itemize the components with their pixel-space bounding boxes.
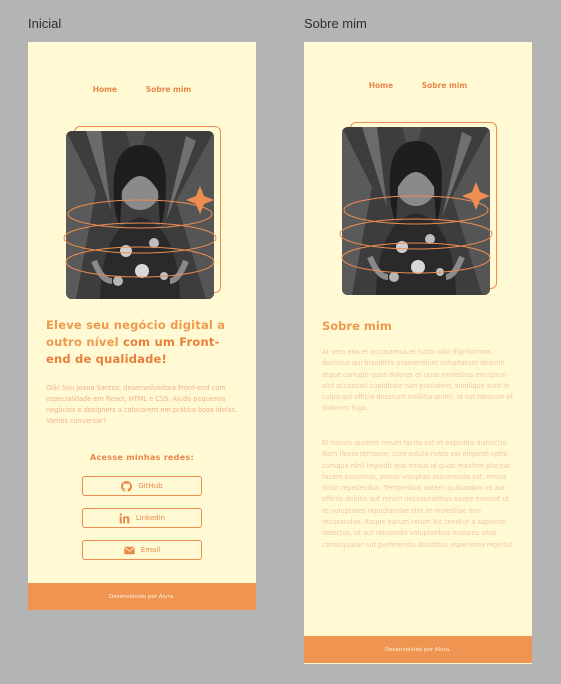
nav-bar: Home Sobre mim [28, 85, 256, 94]
footer: Desenvolvido por Alura. [304, 636, 532, 663]
about-paragraph-2: Et harum quidem rerum facilis est et exp… [322, 439, 515, 549]
nav-home-link[interactable]: Home [93, 85, 117, 94]
github-button[interactable]: GitHub [82, 476, 202, 496]
email-icon [124, 546, 135, 554]
linkedin-icon [119, 512, 130, 523]
footer-text: Desenvolvido por Alura. [109, 593, 175, 600]
profile-photo [342, 127, 490, 295]
email-button[interactable]: Email [82, 540, 202, 560]
frame-title-inicial: Inicial [28, 16, 62, 31]
frame-sobre-mim: Home Sobre mim Sobre mim At vero eos et … [304, 42, 532, 664]
footer-text: Desenvolvido por Alura. [385, 646, 451, 653]
nav-about-link[interactable]: Sobre mim [422, 81, 468, 90]
about-title: Sobre mim [322, 319, 392, 333]
about-paragraph-1: At vero eos et accusamus et iusto odio d… [322, 348, 514, 413]
frame-title-sobre-mim: Sobre mim [304, 16, 367, 31]
footer: Desenvolvido por Alura. [28, 583, 256, 610]
profile-photo-area [63, 126, 222, 301]
github-icon [121, 480, 133, 492]
intro-text: Olá! Sou Joana Santos, desenvolvedora Fr… [46, 384, 238, 425]
linkedin-button[interactable]: Linkedin [82, 508, 202, 528]
social-title: Acesse minhas redes: [90, 453, 194, 462]
frame-inicial: Home Sobre mim Eleve seu negócio digital… [28, 42, 256, 610]
profile-photo [66, 131, 214, 299]
nav-about-link[interactable]: Sobre mim [146, 85, 192, 94]
email-button-label: Email [140, 546, 161, 554]
nav-bar: Home Sobre mim [304, 81, 532, 90]
github-button-label: GitHub [138, 482, 163, 490]
hero-title: Eleve seu negócio digital a outro nível … [46, 317, 236, 368]
nav-home-link[interactable]: Home [369, 81, 393, 90]
profile-photo-area [339, 122, 498, 297]
linkedin-button-label: Linkedin [135, 514, 166, 522]
